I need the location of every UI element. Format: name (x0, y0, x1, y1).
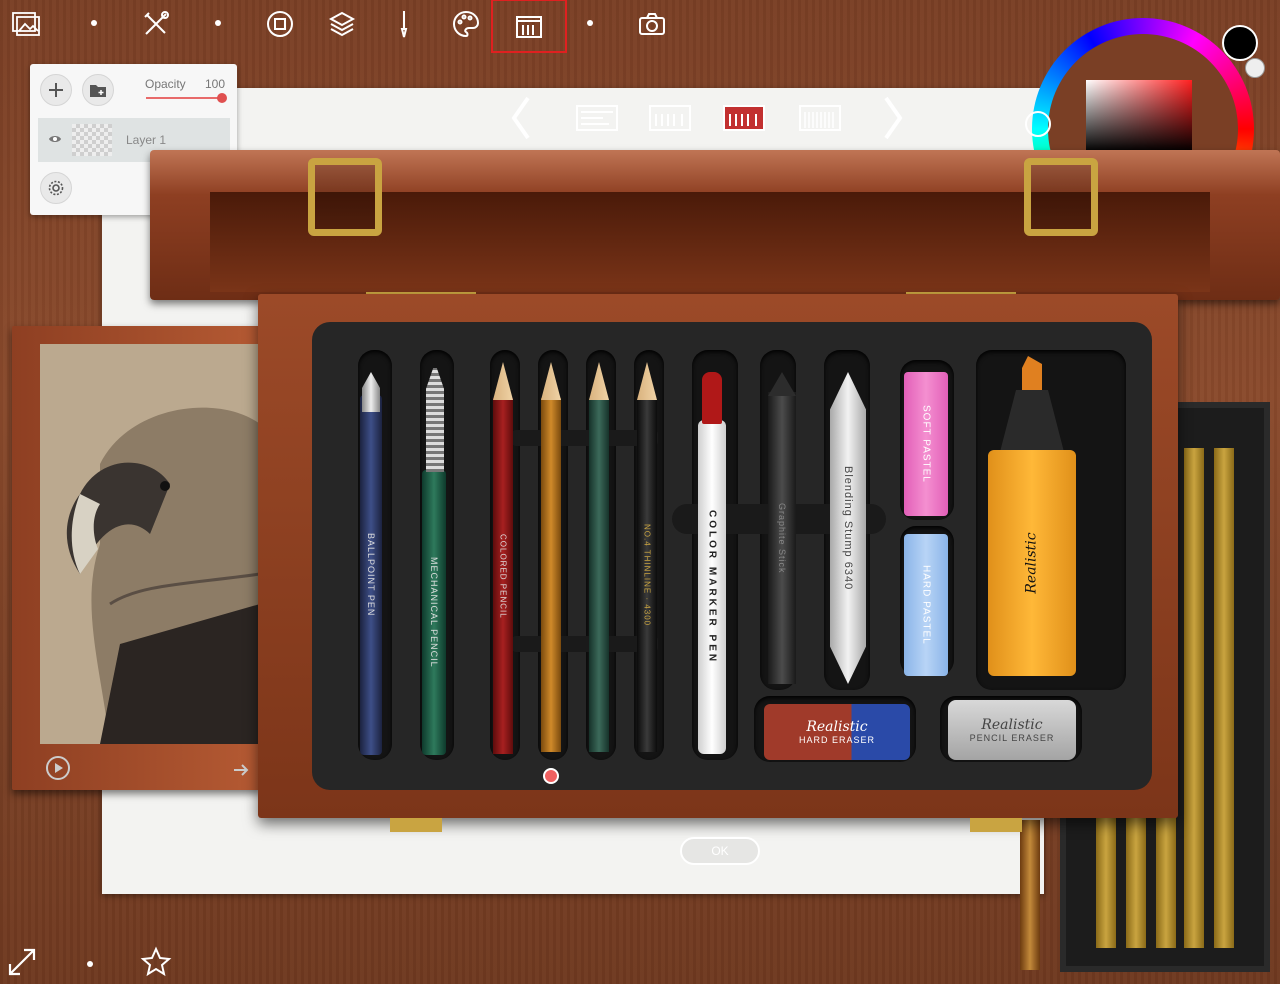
loose-pencil[interactable] (1020, 820, 1040, 970)
next-set-icon[interactable] (878, 94, 908, 142)
soft-pastel[interactable]: SOFT PASTEL (904, 372, 948, 516)
hue-cursor[interactable] (1025, 111, 1051, 137)
marker-pen-label: COLOR MARKER PEN (706, 509, 718, 665)
layer-thumbnail (72, 124, 112, 156)
hard-eraser-brand: Realistic (806, 719, 868, 735)
highlighter-marker[interactable]: Realistic (988, 450, 1076, 676)
hard-pastel[interactable]: HARD PASTEL (904, 534, 948, 676)
pencil-eraser[interactable]: Realistic PENCIL ERASER (948, 700, 1076, 760)
colored-pencil-label: COLORED PENCIL (498, 533, 508, 619)
gear-icon (48, 180, 64, 196)
brush-set-3-icon[interactable] (722, 102, 766, 134)
brush-icon[interactable] (384, 4, 424, 44)
box-clasp (390, 818, 442, 832)
blending-stump[interactable]: Blending Stump 6340 (830, 372, 866, 684)
hard-eraser-label: HARD ERASER (798, 735, 875, 745)
add-layer-button[interactable] (40, 74, 72, 106)
thinline-pencil[interactable]: NO.4 THINLINE · 4300 (637, 398, 657, 752)
toolbar-separator (87, 961, 93, 967)
right-latch (1024, 158, 1098, 236)
toolbar-separator (587, 20, 593, 26)
gallery-icon[interactable] (6, 4, 46, 44)
mechanical-pencil-label: MECHANICAL PENCIL (429, 557, 439, 668)
opacity-value: 100 (205, 77, 226, 91)
brush-set-1-icon[interactable] (575, 102, 619, 134)
pencil-eraser-label: PENCIL ERASER (969, 733, 1055, 743)
toolbar-separator (91, 20, 97, 26)
saturation-value-picker[interactable] (1086, 80, 1192, 152)
camera-icon[interactable] (632, 4, 672, 44)
thinline-pencil-label: NO.4 THINLINE · 4300 (642, 523, 652, 627)
ballpoint-pen-label: BALLPOINT PEN (366, 533, 376, 617)
green-pencil[interactable] (589, 398, 609, 752)
selected-tool-indicator (543, 768, 559, 784)
colored-pencil[interactable]: COLORED PENCIL (493, 398, 513, 754)
layer-settings-button[interactable] (40, 172, 72, 204)
ok-button[interactable]: OK (680, 837, 760, 865)
hard-pastel-label: HARD PASTEL (920, 565, 932, 645)
highlighter-brand: Realistic (1023, 532, 1040, 594)
reference-image (40, 344, 260, 744)
color-marker-pen[interactable]: COLOR MARKER PEN (698, 420, 726, 754)
mechanical-pencil-grip (426, 368, 444, 472)
top-toolbar (0, 0, 700, 53)
brush-set-2-icon[interactable] (648, 102, 692, 134)
brush-set-icon[interactable] (491, 0, 567, 53)
play-icon[interactable] (44, 754, 72, 782)
hard-eraser[interactable]: Realistic HARD ERASER (764, 704, 910, 760)
mechanical-pencil[interactable]: MECHANICAL PENCIL (422, 470, 446, 755)
layer-name: Layer 1 (126, 133, 167, 147)
marker-cap (702, 372, 722, 424)
drawer-pencil[interactable] (1214, 448, 1234, 948)
favorites-star-icon[interactable] (140, 946, 172, 978)
prev-set-icon[interactable] (506, 94, 536, 142)
graphite-pencil[interactable] (541, 398, 561, 752)
palette-icon[interactable] (446, 4, 486, 44)
box-clasp (970, 818, 1022, 832)
blending-stump-label: Blending Stump 6340 (842, 465, 854, 591)
tools-icon[interactable] (136, 4, 176, 44)
fullscreen-icon[interactable] (6, 946, 38, 978)
brush-menu-icon[interactable] (260, 4, 300, 44)
opacity-slider[interactable] (146, 97, 224, 99)
soft-pastel-label: SOFT PASTEL (920, 405, 932, 483)
current-color-swatch[interactable] (1222, 25, 1258, 61)
share-arrow-icon[interactable] (232, 760, 252, 780)
layers-icon[interactable] (322, 4, 362, 44)
color-swap-icon[interactable] (1245, 58, 1265, 78)
pencil-eraser-brand: Realistic (981, 717, 1043, 733)
drawer-pencil[interactable] (1184, 448, 1204, 948)
visibility-eye-icon[interactable] (48, 132, 62, 146)
opacity-label: Opacity (145, 77, 186, 91)
brush-set-4-icon[interactable] (798, 102, 842, 134)
graphite-stick[interactable]: Graphite Stick (768, 392, 796, 684)
brush-set-navigator (500, 94, 920, 144)
left-latch (308, 158, 382, 236)
graphite-stick-label: Graphite Stick (777, 502, 787, 574)
ballpoint-pen[interactable]: BALLPOINT PEN (360, 395, 382, 755)
add-folder-button[interactable] (82, 74, 114, 106)
opacity-slider-thumb[interactable] (217, 93, 227, 103)
toolbar-separator (215, 20, 221, 26)
